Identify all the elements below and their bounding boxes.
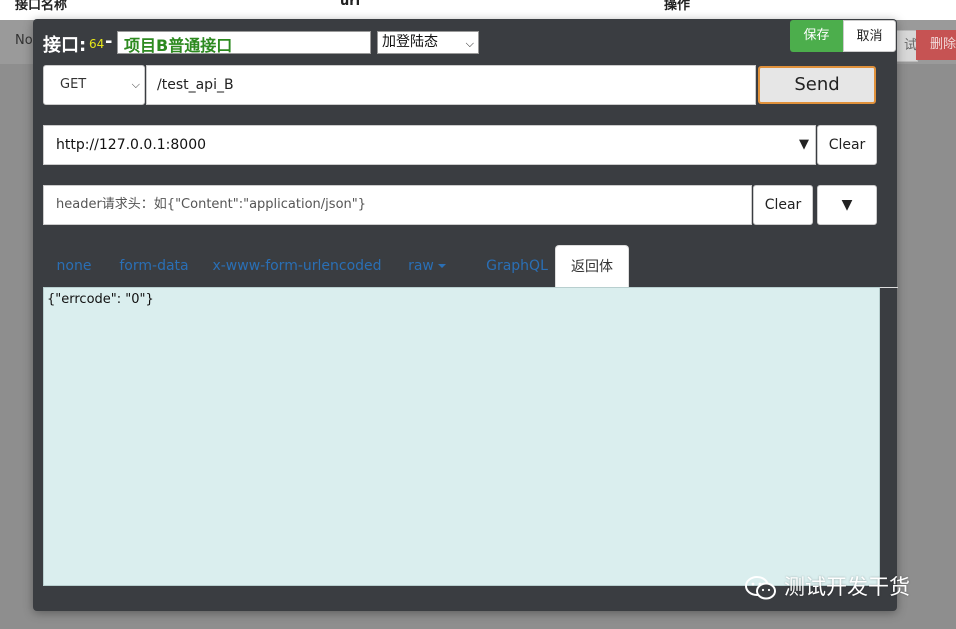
background-table-header: 接口名称 url 操作 xyxy=(0,0,956,21)
login-state-value: 加登陆态 xyxy=(382,34,438,50)
tab-graphql[interactable]: GraphQL xyxy=(469,245,565,287)
chevron-down-icon: ⌵ xyxy=(131,78,140,91)
column-url: url xyxy=(340,0,361,9)
tab-raw[interactable]: raw xyxy=(399,245,455,287)
watermark-text: 测试开发干货 xyxy=(784,575,910,599)
caret-down-icon: ▼ xyxy=(799,137,809,152)
chevron-down-icon: ⌵ xyxy=(465,37,474,50)
save-button[interactable]: 保存 xyxy=(790,20,843,52)
clear-header-button[interactable]: Clear xyxy=(753,185,813,225)
login-state-select[interactable]: 加登陆态 ⌵ xyxy=(377,31,479,54)
http-method-select[interactable]: GET ⌵ xyxy=(43,65,145,105)
api-label: 接口: xyxy=(43,35,87,56)
header-toggle-button[interactable]: ▼ xyxy=(817,185,877,225)
caret-down-icon xyxy=(437,264,446,268)
body-tabs: none form-data x-www-form-urlencoded raw… xyxy=(43,245,898,288)
tab-form-data[interactable]: form-data xyxy=(113,245,195,287)
tab-x-www-form-urlencoded[interactable]: x-www-form-urlencoded xyxy=(209,245,385,287)
cancel-button[interactable]: 取消 xyxy=(843,20,896,52)
host-value: http://127.0.0.1:8000 xyxy=(56,137,207,153)
path-input[interactable]: /test_api_B xyxy=(146,65,756,105)
api-id: 64 xyxy=(89,37,105,51)
send-button[interactable]: Send xyxy=(758,66,876,104)
response-body-textarea[interactable]: {"errcode": "0"} xyxy=(43,287,880,586)
tab-raw-label: raw xyxy=(408,258,434,274)
clear-host-button[interactable]: Clear xyxy=(817,125,877,165)
host-select[interactable]: http://127.0.0.1:8000 ▼ xyxy=(43,125,816,165)
api-name-input[interactable]: 项目B普通接口 xyxy=(117,31,371,55)
title-separator: - xyxy=(105,31,113,52)
delete-button[interactable]: 删除 xyxy=(916,30,956,60)
http-method-value: GET xyxy=(60,77,87,92)
header-input[interactable]: header请求头：如{"Content":"application/json"… xyxy=(43,185,752,225)
tab-none[interactable]: none xyxy=(43,245,105,287)
column-actions: 操作 xyxy=(664,0,691,13)
row-cell-text: No xyxy=(15,33,33,48)
column-api-name: 接口名称 xyxy=(15,0,68,13)
tab-response-body[interactable]: 返回体 xyxy=(555,245,629,288)
watermark: 测试开发干货 xyxy=(744,570,910,604)
api-edit-modal: 接口: 64 - 项目B普通接口 加登陆态 ⌵ 保存 取消 GET ⌵ /tes… xyxy=(33,19,898,611)
wechat-icon xyxy=(745,576,776,600)
